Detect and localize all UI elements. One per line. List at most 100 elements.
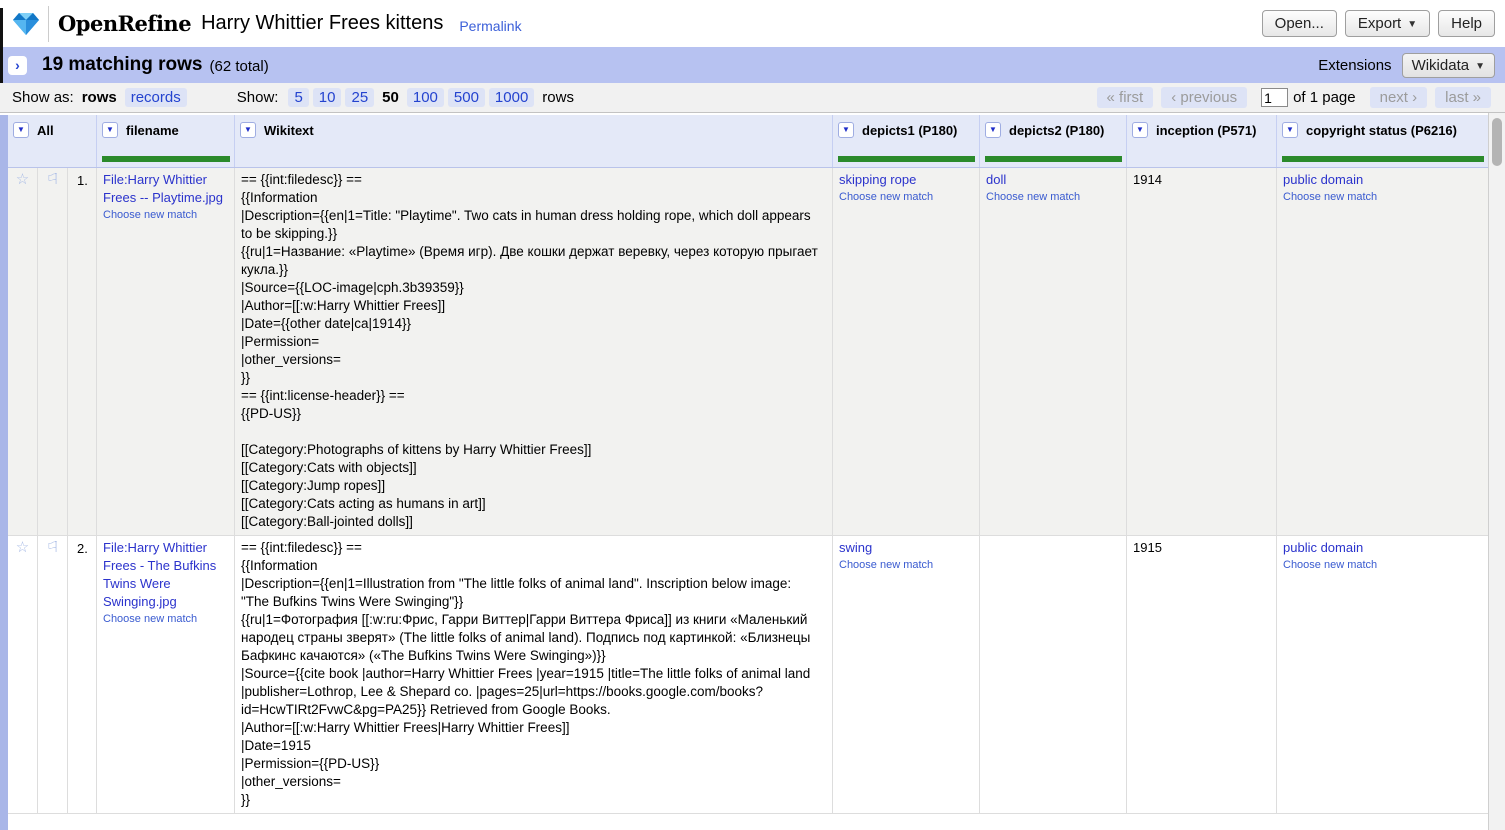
cell-depicts1: skipping rope Choose new match [833,168,980,535]
caret-down-icon: ▼ [1407,19,1417,30]
scrollbar-thumb[interactable] [1492,118,1502,166]
rows-suffix-label: rows [542,89,574,106]
page-number-input[interactable] [1261,88,1288,107]
column-menu-button[interactable]: ▼ [240,122,256,138]
star-icon[interactable]: ☆ [8,168,38,535]
open-button[interactable]: Open... [1262,10,1337,37]
cell-copyright-status: public domain Choose new match [1277,168,1488,535]
column-header-depicts2: ▼ depicts2 (P180) [980,115,1127,167]
cell-filename: File:Harry Whittier Frees - The Bufkins … [97,536,235,813]
matched-value-link[interactable]: public domain [1283,172,1363,187]
choose-new-match-link[interactable]: Choose new match [103,208,228,223]
next-page-button[interactable]: next › [1370,87,1428,108]
previous-page-button[interactable]: ‹ previous [1161,87,1247,108]
table-row: ☆ ⚐ 1. File:Harry Whittier Frees -- Play… [8,168,1488,536]
openrefine-diamond-logo [12,12,40,36]
page-count-label: of 1 page [1293,89,1356,106]
dropdown-triangle-icon: ▼ [1136,126,1144,134]
pagination: « first ‹ previous of 1 page next › last… [1093,87,1495,108]
page-size-50-selected[interactable]: 50 [382,89,399,106]
first-page-button[interactable]: « first [1097,87,1154,108]
matched-value-link[interactable]: File:Harry Whittier Frees -- Playtime.jp… [103,172,223,205]
summary-bar: › 19 matching rows (62 total) Extensions… [0,47,1505,83]
vertical-scrollbar[interactable] [1488,113,1505,830]
column-menu-button[interactable]: ▼ [13,122,29,138]
matched-value-link[interactable]: File:Harry Whittier Frees - The Bufkins … [103,540,216,609]
choose-new-match-link[interactable]: Choose new match [839,190,973,205]
collapsed-facet-panel-stripe[interactable] [0,115,8,830]
matching-rows-count: 19 matching rows [42,54,203,76]
row-index: 2. [68,536,97,813]
choose-new-match-link[interactable]: Choose new match [1283,190,1482,205]
column-header-all: ▼ All [8,115,97,167]
choose-new-match-link[interactable]: Choose new match [839,558,973,573]
cell-wikitext[interactable]: == {{int:filedesc}} == {{Information |De… [235,168,833,535]
page-size-1000[interactable]: 1000 [489,88,534,107]
caret-down-icon: ▼ [1475,61,1485,72]
show-label: Show: [237,89,279,106]
cell-depicts2: doll Choose new match [980,168,1127,535]
flag-icon[interactable]: ⚐ [38,168,68,535]
matched-value-link[interactable]: public domain [1283,540,1363,555]
top-bar: OpenRefine Harry Whittier Frees kittens … [0,0,1505,47]
matched-value-link[interactable]: skipping rope [839,172,916,187]
table-header-row: ▼ All ▼ filename ▼ Wikitext [8,115,1488,168]
view-toolbar: Show as: rows records Show: 5 10 25 50 1… [0,83,1505,113]
dropdown-triangle-icon: ▼ [1286,126,1294,134]
column-menu-button[interactable]: ▼ [1282,122,1298,138]
openrefine-window: OpenRefine Harry Whittier Frees kittens … [0,0,1505,830]
chevron-right-icon: › [15,58,20,72]
wikidata-extension-menu[interactable]: Wikidata▼ [1402,53,1495,78]
help-button[interactable]: Help [1438,10,1495,37]
dropdown-triangle-icon: ▼ [989,126,997,134]
matched-value-link[interactable]: swing [839,540,872,555]
cell-inception[interactable]: 1914 [1127,168,1277,535]
cell-filename: File:Harry Whittier Frees -- Playtime.jp… [97,168,235,535]
data-table-area: ▼ All ▼ filename ▼ Wikitext [0,113,1505,830]
column-menu-button[interactable]: ▼ [838,122,854,138]
flag-icon[interactable]: ⚐ [38,536,68,813]
column-header-inception: ▼ inception (P571) [1127,115,1277,167]
reconciliation-progress-bar [102,156,230,162]
dropdown-triangle-icon: ▼ [244,126,252,134]
column-header-wikitext: ▼ Wikitext [235,115,833,167]
show-as-records-toggle[interactable]: records [125,88,187,107]
page-size-5[interactable]: 5 [288,88,308,107]
cell-depicts1: swing Choose new match [833,536,980,813]
column-header-depicts1: ▼ depicts1 (P180) [833,115,980,167]
show-as-rows-toggle[interactable]: rows [82,89,117,106]
column-header-filename: ▼ filename [97,115,235,167]
table-row: ☆ ⚐ 2. File:Harry Whittier Frees - The B… [8,536,1488,814]
page-size-10[interactable]: 10 [313,88,342,107]
matched-value-link[interactable]: doll [986,172,1006,187]
page-size-25[interactable]: 25 [345,88,374,107]
row-index: 1. [68,168,97,535]
column-menu-button[interactable]: ▼ [985,122,1001,138]
choose-new-match-link[interactable]: Choose new match [103,612,228,627]
window-edge [0,8,3,83]
cell-wikitext[interactable]: == {{int:filedesc}} == {{Information |De… [235,536,833,813]
page-size-500[interactable]: 500 [448,88,485,107]
project-title[interactable]: Harry Whittier Frees kittens [201,12,443,35]
star-icon[interactable]: ☆ [8,536,38,813]
reconciliation-progress-bar [838,156,975,162]
dropdown-triangle-icon: ▼ [842,126,850,134]
export-button[interactable]: Export▼ [1345,10,1430,37]
column-menu-button[interactable]: ▼ [102,122,118,138]
expand-facet-panel-button[interactable]: › [8,56,27,75]
column-header-copyright-status: ▼ copyright status (P6216) [1277,115,1488,167]
choose-new-match-link[interactable]: Choose new match [986,190,1120,205]
last-page-button[interactable]: last » [1435,87,1491,108]
reconciliation-progress-bar [985,156,1122,162]
extensions-label: Extensions [1318,57,1391,74]
dropdown-triangle-icon: ▼ [106,126,114,134]
total-rows-count: (62 total) [210,58,269,75]
show-as-label: Show as: [12,89,74,106]
column-menu-button[interactable]: ▼ [1132,122,1148,138]
choose-new-match-link[interactable]: Choose new match [1283,558,1482,573]
cell-inception[interactable]: 1915 [1127,536,1277,813]
logo-divider [48,6,49,42]
reconciliation-progress-bar [1282,156,1484,162]
permalink-link[interactable]: Permalink [459,18,521,34]
page-size-100[interactable]: 100 [407,88,444,107]
